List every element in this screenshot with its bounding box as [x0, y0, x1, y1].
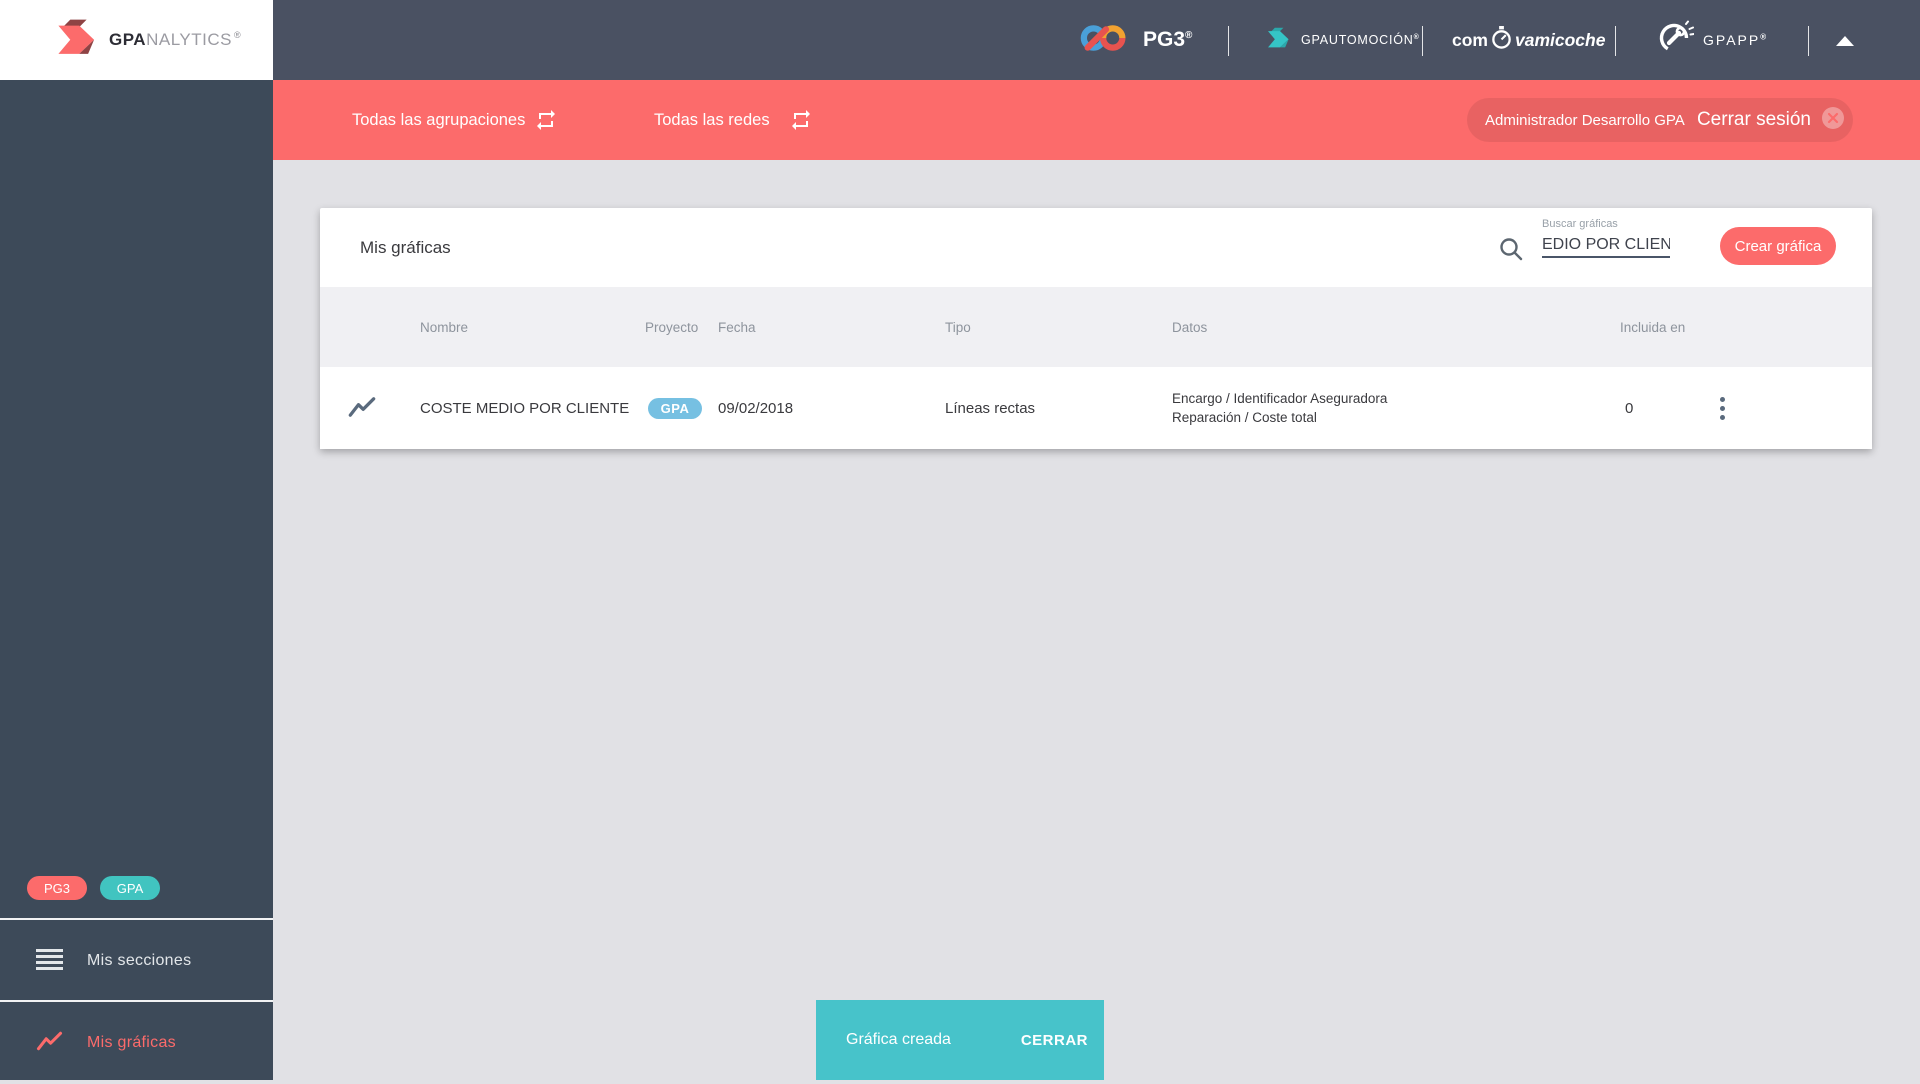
brand-pg3[interactable]: PG3®: [1080, 0, 1192, 80]
table-header: Nombre Proyecto Fecha Tipo Datos Incluid…: [320, 287, 1872, 367]
gpapp-label: GPAPP®: [1703, 32, 1769, 48]
snackbar-close-button[interactable]: CERRAR: [1021, 1032, 1088, 1049]
column-header-incluida-en: Incluida en: [1620, 319, 1686, 335]
sidebar: PG3 GPA Mis secciones Mis gráficas: [0, 80, 273, 1080]
sidebar-item-mis-graficas[interactable]: Mis gráficas: [0, 1002, 273, 1084]
sidebar-badges: PG3 GPA: [27, 876, 160, 900]
user-name: Administrador Desarrollo GPA: [1485, 111, 1685, 129]
column-header-datos: Datos: [1172, 319, 1208, 335]
search-icon: [1498, 236, 1524, 267]
filter-bar: Todas las agrupaciones Todas las redes A…: [273, 80, 1920, 160]
brand-comprovamicoche[interactable]: com vamicoche: [1452, 0, 1605, 80]
redes-selector[interactable]: Todas las redes: [654, 80, 770, 160]
pg3-label: PG3®: [1143, 28, 1193, 51]
sidebar-item-label: Mis secciones: [87, 952, 192, 969]
navbar-divider: [1808, 26, 1809, 56]
charts-card: Mis gráficas Buscar gráficas EDIO POR CL…: [320, 208, 1872, 449]
gpapp-wrench-icon: [1656, 19, 1695, 62]
column-header-fecha: Fecha: [718, 319, 756, 335]
sidebar-item-label: Mis gráficas: [87, 1034, 176, 1051]
line-chart-icon: [348, 395, 376, 424]
navbar-divider: [1422, 26, 1423, 56]
card-header: Mis gráficas Buscar gráficas EDIO POR CL…: [320, 208, 1872, 287]
badge-pg3[interactable]: PG3: [27, 876, 87, 900]
page-title: Mis gráficas: [360, 237, 451, 257]
user-session-chip: Administrador Desarrollo GPA Cerrar sesi…: [1467, 98, 1853, 142]
comprovamicoche-label: com vamicoche: [1452, 25, 1605, 56]
brand-gpautomocion[interactable]: GPAUTOMOCIÓN®: [1262, 0, 1420, 80]
collapse-up-icon[interactable]: [1836, 36, 1854, 46]
search-field[interactable]: Buscar gráficas EDIO POR CLIENTE: [1542, 218, 1670, 258]
line-chart-icon: [36, 1030, 63, 1057]
close-circle-icon[interactable]: [1821, 106, 1845, 135]
analytics-logo-text: GPANALYTICS ®: [109, 30, 242, 49]
snackbar-message: Gráfica creada: [846, 1031, 951, 1048]
pg3-infinity-icon: [1080, 18, 1132, 63]
cell-tipo: Líneas rectas: [945, 399, 1036, 417]
sections-list-icon: [36, 948, 63, 975]
stopwatch-icon: [1488, 25, 1515, 56]
navbar-divider: [1228, 26, 1229, 56]
snackbar: Gráfica creada CERRAR: [816, 1000, 1104, 1080]
gpautomocion-label: GPAUTOMOCIÓN®: [1301, 33, 1420, 47]
brand-gpapp[interactable]: GPAPP®: [1656, 0, 1768, 80]
cell-nombre: COSTE MEDIO POR CLIENTE: [420, 399, 630, 417]
search-field-label: Buscar gráficas: [1542, 218, 1618, 230]
analytics-arrow-icon: [48, 15, 100, 65]
swap-redes-icon[interactable]: [789, 108, 813, 137]
table-row: COSTE MEDIO POR CLIENTE GPA 09/02/2018 L…: [320, 367, 1872, 449]
agrupaciones-selector[interactable]: Todas las agrupaciones: [352, 80, 525, 160]
logout-button[interactable]: Cerrar sesión: [1697, 109, 1811, 131]
navbar-divider: [1615, 26, 1616, 56]
cell-fecha: 09/02/2018: [718, 399, 794, 417]
gpautomocion-arrow-icon: [1262, 25, 1292, 56]
search-underline: [1542, 256, 1670, 258]
search-input[interactable]: EDIO POR CLIENTE: [1542, 234, 1670, 256]
cell-datos: Encargo / Identificador Aseguradora Repa…: [1172, 391, 1388, 425]
column-header-nombre: Nombre: [420, 319, 469, 335]
page: PG3® GPAUTOMOCIÓN® com vamicoche GPAPP® …: [0, 0, 1920, 1080]
project-badge: GPA: [648, 398, 702, 419]
kebab-icon[interactable]: [1712, 393, 1732, 423]
create-chart-button[interactable]: Crear gráfica: [1720, 227, 1836, 265]
top-navbar: PG3® GPAUTOMOCIÓN® com vamicoche GPAPP® …: [0, 0, 1920, 80]
cell-incluida-en: 0: [1625, 399, 1634, 417]
badge-gpa[interactable]: GPA: [100, 876, 160, 900]
swap-agrupaciones-icon[interactable]: [534, 108, 558, 137]
sidebar-item-mis-secciones[interactable]: Mis secciones: [0, 920, 273, 1002]
column-header-tipo: Tipo: [945, 319, 971, 335]
column-header-proyecto: Proyecto: [645, 319, 699, 335]
app-logo[interactable]: GPANALYTICS ®: [0, 0, 273, 80]
